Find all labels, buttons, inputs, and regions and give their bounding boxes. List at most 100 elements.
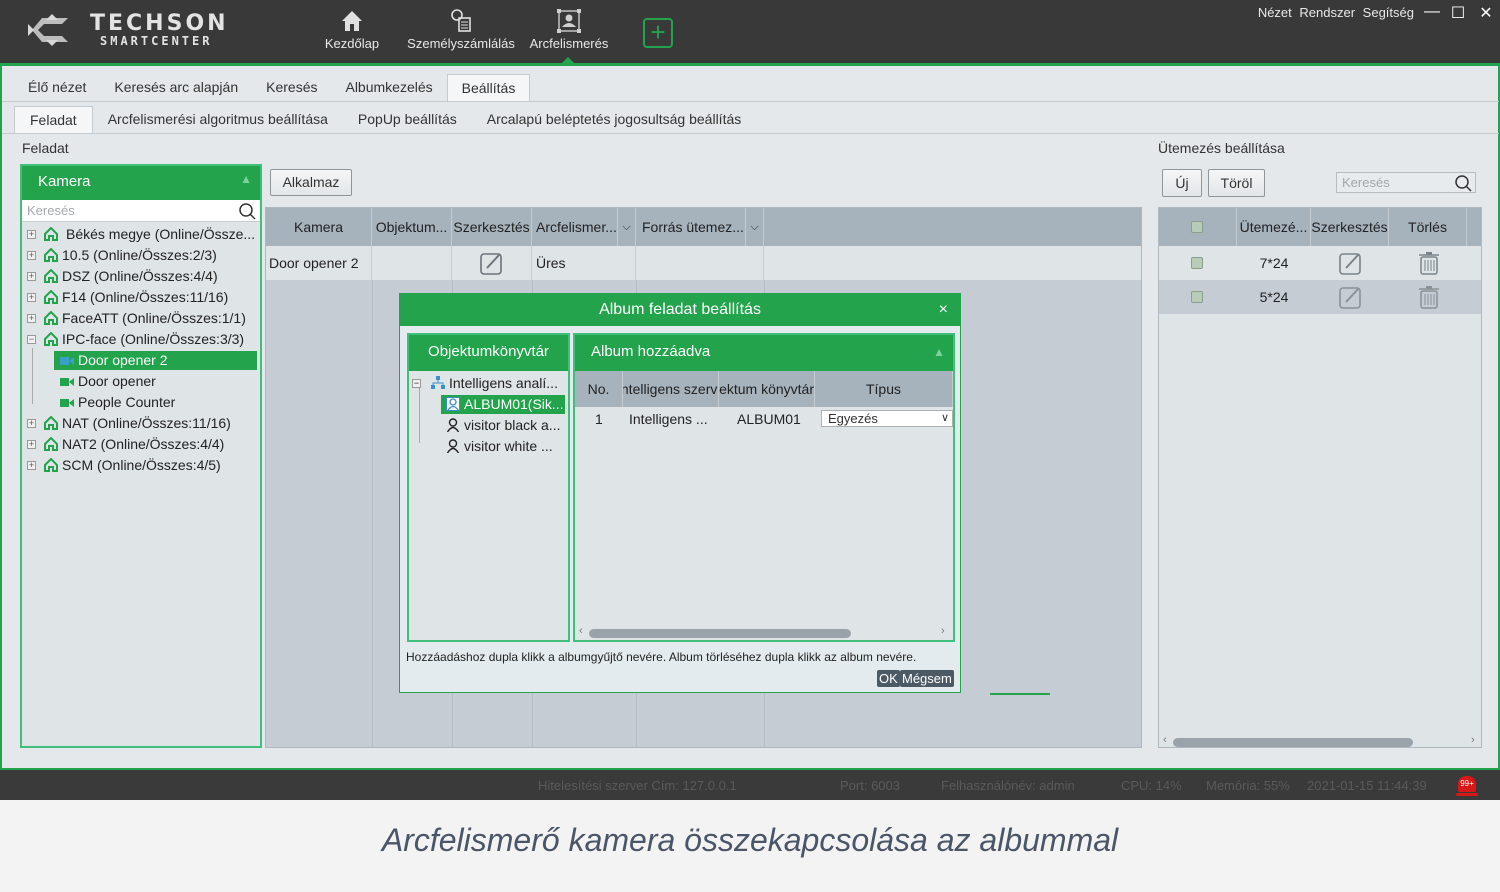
col-filter-dropdown[interactable]: ⌵ (618, 208, 636, 246)
camera-search-input[interactable]: Keresés (22, 200, 260, 222)
tree-group[interactable]: + Békés megye (Online/Össze... (22, 224, 260, 245)
expand-icon[interactable]: + (27, 251, 36, 260)
col-object[interactable]: Objektum... (372, 208, 452, 246)
col-object-library[interactable]: Objektum könyvtár (719, 371, 815, 407)
expand-icon[interactable]: + (27, 461, 36, 470)
expand-icon[interactable]: + (27, 272, 36, 281)
tab-task[interactable]: Feladat (14, 106, 93, 134)
alarm-icon[interactable]: 99+ (1458, 776, 1476, 792)
trash-icon[interactable] (1417, 251, 1441, 275)
col-schedule-name[interactable]: Ütemezé... (1237, 208, 1311, 246)
row-checkbox[interactable] (1191, 257, 1203, 269)
tree-group[interactable]: + DSZ (Online/Összes:4/4) (22, 266, 260, 287)
tree-group-label: F14 (Online/Összes:11/16) (62, 289, 229, 305)
tree-group-expanded[interactable]: − IPC-face (Online/Összes:3/3) (22, 329, 260, 350)
album-person-icon (446, 397, 460, 411)
menu-system[interactable]: Rendszer (1299, 5, 1355, 20)
col-intelligent-server[interactable]: Intelligens szerver (623, 371, 719, 407)
library-root[interactable]: − Intelligens analí... (409, 373, 568, 394)
col-edit[interactable]: Szerkesztés (1311, 208, 1389, 246)
library-album[interactable]: visitor black a... (409, 415, 568, 436)
edit-icon[interactable] (1339, 251, 1363, 275)
tab-search[interactable]: Keresés (252, 74, 331, 102)
scroll-right-arrow[interactable]: › (1471, 734, 1475, 746)
tab-access-permission-settings[interactable]: Arcalapú beléptetés jogosultság beállítá… (472, 106, 757, 134)
expand-icon[interactable]: + (27, 314, 36, 323)
library-album[interactable]: visitor white ... (409, 436, 568, 457)
expand-icon[interactable]: + (27, 440, 36, 449)
delete-schedule-button[interactable]: Töröl (1208, 169, 1265, 197)
tree-camera[interactable]: People Counter (22, 392, 260, 413)
table-row[interactable]: Door opener 2 Üres (266, 246, 1141, 280)
tree-group-label: Békés megye (Online/Össze... (66, 226, 256, 242)
tab-face-search[interactable]: Keresés arc alapján (100, 74, 252, 102)
select-all-checkbox[interactable] (1191, 221, 1203, 233)
scroll-left-arrow[interactable]: ‹ (1163, 734, 1167, 746)
ok-button[interactable]: OK (877, 670, 900, 687)
expand-icon[interactable]: + (27, 230, 36, 239)
camera-panel-header[interactable]: Kamera ▲ (22, 166, 260, 200)
expand-icon[interactable]: + (27, 419, 36, 428)
type-select[interactable]: Egyezés ∨ (821, 410, 953, 427)
col-filter-dropdown[interactable]: ⌵ (746, 208, 764, 246)
collapse-icon[interactable]: ▲ (933, 335, 945, 369)
tab-algorithm-settings[interactable]: Arcfelismerési algoritmus beállítása (93, 106, 343, 134)
collapse-node-icon[interactable]: − (27, 335, 36, 344)
collapse-node-icon[interactable]: − (412, 379, 421, 388)
techson-logo: TECHSON SMARTCENTER (28, 12, 273, 52)
scroll-left-arrow[interactable]: ‹ (579, 625, 583, 637)
tree-group-label: NAT2 (Online/Összes:4/4) (62, 436, 225, 452)
close-window-button[interactable]: ✕ (1476, 3, 1496, 23)
col-face-recognition[interactable]: Arcfelismer... (532, 208, 618, 246)
nav-face-recognition[interactable]: Arcfelismerés (525, 8, 613, 58)
logo-subtext: SMARTCENTER (100, 34, 213, 48)
nav-people-count[interactable]: Személyszámlálás (405, 8, 517, 58)
col-edit[interactable]: Szerkesztés (452, 208, 532, 246)
new-schedule-button[interactable]: Új (1162, 169, 1202, 197)
tree-group[interactable]: + FaceATT (Online/Összes:1/1) (22, 308, 260, 329)
tab-popup-settings[interactable]: PopUp beállítás (343, 106, 472, 134)
col-source-schedule[interactable]: Forrás ütemez... (636, 208, 746, 246)
trash-icon[interactable] (1417, 285, 1441, 309)
horizontal-scrollbar[interactable] (589, 629, 851, 638)
maximize-button[interactable]: ☐ (1448, 3, 1468, 23)
tree-camera-selected[interactable]: Door opener 2 (22, 350, 260, 371)
apply-button[interactable]: Alkalmaz (270, 169, 352, 196)
expand-icon[interactable]: + (27, 293, 36, 302)
edit-icon[interactable] (1339, 285, 1363, 309)
tree-camera-label: People Counter (78, 394, 176, 410)
tree-group[interactable]: + NAT (Online/Összes:11/16) (22, 413, 260, 434)
table-row[interactable]: 7*24 (1159, 246, 1481, 280)
scroll-right-arrow[interactable]: › (941, 625, 945, 637)
tree-group[interactable]: + F14 (Online/Összes:11/16) (22, 287, 260, 308)
nav-home[interactable]: Kezdőlap (318, 8, 386, 58)
col-camera[interactable]: Kamera (266, 208, 372, 246)
tree-camera[interactable]: Door opener (22, 371, 260, 392)
col-no[interactable]: No. (575, 371, 623, 407)
tree-group[interactable]: + SCM (Online/Összes:4/5) (22, 455, 260, 476)
person-icon (446, 439, 460, 453)
tab-settings[interactable]: Beállítás (446, 74, 531, 102)
schedule-search-input[interactable]: Keresés (1336, 172, 1476, 193)
minimize-button[interactable]: — (1422, 3, 1442, 21)
tree-group[interactable]: + NAT2 (Online/Összes:4/4) (22, 434, 260, 455)
menu-view[interactable]: Nézet (1258, 5, 1292, 20)
cancel-button[interactable]: Mégsem (900, 670, 954, 687)
search-icon[interactable] (238, 202, 256, 220)
tree-group[interactable]: +10.5 (Online/Összes:2/3) (22, 245, 260, 266)
col-type[interactable]: Típus (815, 371, 953, 407)
tab-album-management[interactable]: Albumkezelés (331, 74, 446, 102)
collapse-icon[interactable]: ▲ (240, 172, 252, 186)
col-delete[interactable]: Törlés (1389, 208, 1467, 246)
library-album-selected[interactable]: ALBUM01(Sik... (409, 394, 568, 415)
table-row[interactable]: 1 Intelligens ... ALBUM01 Egyezés ∨ (575, 407, 953, 431)
menu-help[interactable]: Segítség (1363, 5, 1414, 20)
close-icon[interactable]: × (939, 294, 948, 326)
table-row[interactable]: 5*24 (1159, 280, 1481, 314)
add-tab-button[interactable]: + (643, 18, 673, 48)
horizontal-scrollbar[interactable] (1173, 738, 1413, 747)
edit-icon[interactable] (480, 251, 504, 275)
row-checkbox[interactable] (1191, 291, 1203, 303)
tab-live-view[interactable]: Élő nézet (14, 74, 100, 102)
search-icon[interactable] (1454, 174, 1472, 192)
